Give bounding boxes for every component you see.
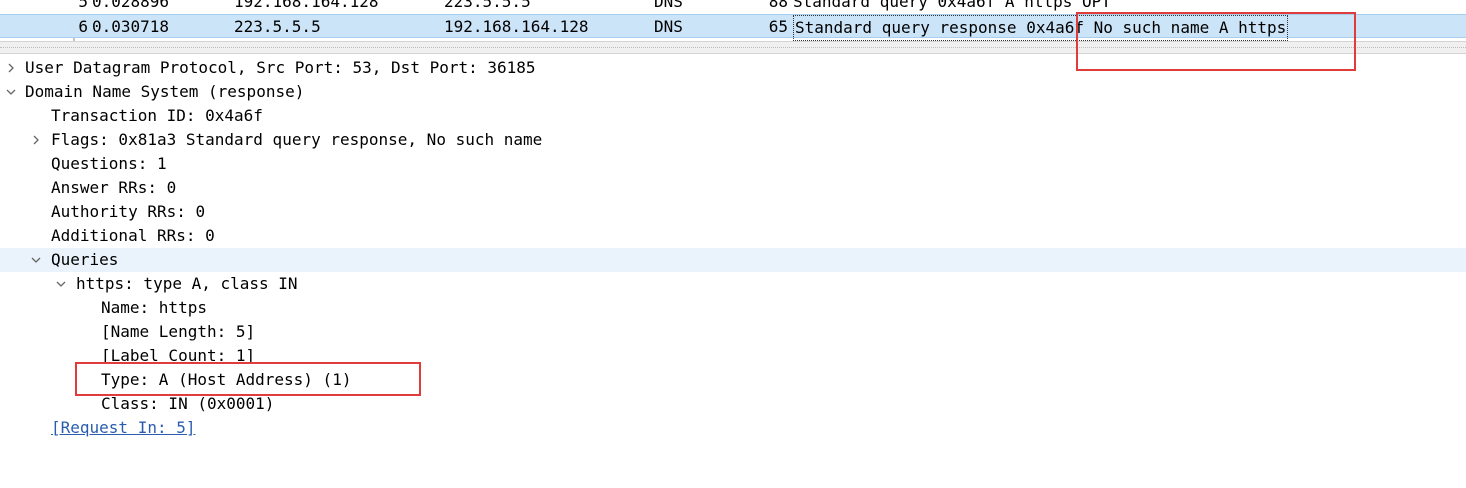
chevron-down-icon[interactable] [28, 248, 44, 272]
tree-item-name[interactable]: Name: https [0, 296, 1466, 320]
tree-item-label: Flags: 0x81a3 Standard query response, N… [51, 130, 543, 149]
packet-source: 223.5.5.5 [234, 17, 321, 36]
pane-splitter[interactable] [0, 41, 1466, 54]
packet-details-tree: User Datagram Protocol, Src Port: 53, Ds… [0, 56, 1466, 440]
tree-item-label: Authority RRs: 0 [51, 202, 206, 221]
tree-item-class[interactable]: Class: IN (0x0001) [0, 392, 1466, 416]
packet-number: 5 [78, 0, 88, 11]
tree-item-answer-rrs[interactable]: Answer RRs: 0 [0, 176, 1466, 200]
tree-item-udp[interactable]: User Datagram Protocol, Src Port: 53, Ds… [0, 56, 1466, 80]
request-in-link[interactable]: [Request In: 5] [51, 416, 196, 440]
packet-destination: 192.168.164.128 [444, 17, 589, 36]
packet-time: 0.028896 [92, 0, 170, 11]
tree-item-name-length[interactable]: [Name Length: 5] [0, 320, 1466, 344]
tree-item-queries[interactable]: Queries [0, 248, 1466, 272]
tree-item-label: Queries [51, 250, 119, 269]
packet-info: Standard query 0x4a6f A https OPT [793, 0, 1111, 11]
tree-item-label: Questions: 1 [51, 154, 167, 173]
packet-length: 88 [768, 0, 788, 11]
tree-item-label: Transaction ID: 0x4a6f [51, 106, 263, 125]
packet-protocol: DNS [654, 0, 683, 11]
tree-item-request-in[interactable]: [Request In: 5] [0, 416, 1466, 440]
tree-item-label: [Name Length: 5] [101, 322, 256, 341]
packet-info: Standard query response 0x4a6f No such n… [793, 15, 1289, 41]
tree-item-additional-rrs[interactable]: Additional RRs: 0 [0, 224, 1466, 248]
tree-item-questions[interactable]: Questions: 1 [0, 152, 1466, 176]
packet-destination: 223.5.5.5 [444, 0, 531, 11]
tree-item-label: https: type A, class IN [76, 274, 298, 293]
tree-item-label: User Datagram Protocol, Src Port: 53, Ds… [25, 58, 536, 77]
tree-item-label: Class: IN (0x0001) [101, 394, 275, 413]
packet-source: 192.168.164.128 [234, 0, 379, 11]
tree-item-label: Answer RRs: 0 [51, 178, 177, 197]
packet-length: 65 [768, 17, 788, 36]
tree-item-flags[interactable]: Flags: 0x81a3 Standard query response, N… [0, 128, 1466, 152]
packet-time: 0.030718 [92, 17, 170, 36]
tree-item-authority-rrs[interactable]: Authority RRs: 0 [0, 200, 1466, 224]
packet-row-5[interactable]: 5 0.028896 192.168.164.128 223.5.5.5 DNS… [0, 0, 1466, 41]
tree-item-query-entry[interactable]: https: type A, class IN [0, 272, 1466, 296]
chevron-down-icon[interactable] [53, 272, 69, 296]
chevron-down-icon[interactable] [3, 80, 19, 104]
packet-number: 6 [78, 17, 88, 36]
packet-row-6[interactable]: 6 0.030718 223.5.5.5 192.168.164.128 DNS… [0, 14, 1466, 41]
tree-item-label: Name: https [101, 298, 207, 317]
packet-list: 5 0.028896 192.168.164.128 223.5.5.5 DNS… [0, 0, 1466, 41]
chevron-right-icon[interactable] [28, 128, 44, 152]
tree-item-label-count[interactable]: [Label Count: 1] [0, 344, 1466, 368]
packet-protocol: DNS [654, 17, 683, 36]
tree-item-type[interactable]: Type: A (Host Address) (1) [0, 368, 1466, 392]
tree-item-label: [Label Count: 1] [101, 346, 256, 365]
tree-item-label: Domain Name System (response) [25, 82, 305, 101]
tree-item-label: Type: A (Host Address) (1) [101, 370, 352, 389]
tree-item-label: Additional RRs: 0 [51, 226, 215, 245]
tree-item-dns[interactable]: Domain Name System (response) [0, 80, 1466, 104]
chevron-right-icon[interactable] [3, 56, 19, 80]
tree-item-transaction-id[interactable]: Transaction ID: 0x4a6f [0, 104, 1466, 128]
